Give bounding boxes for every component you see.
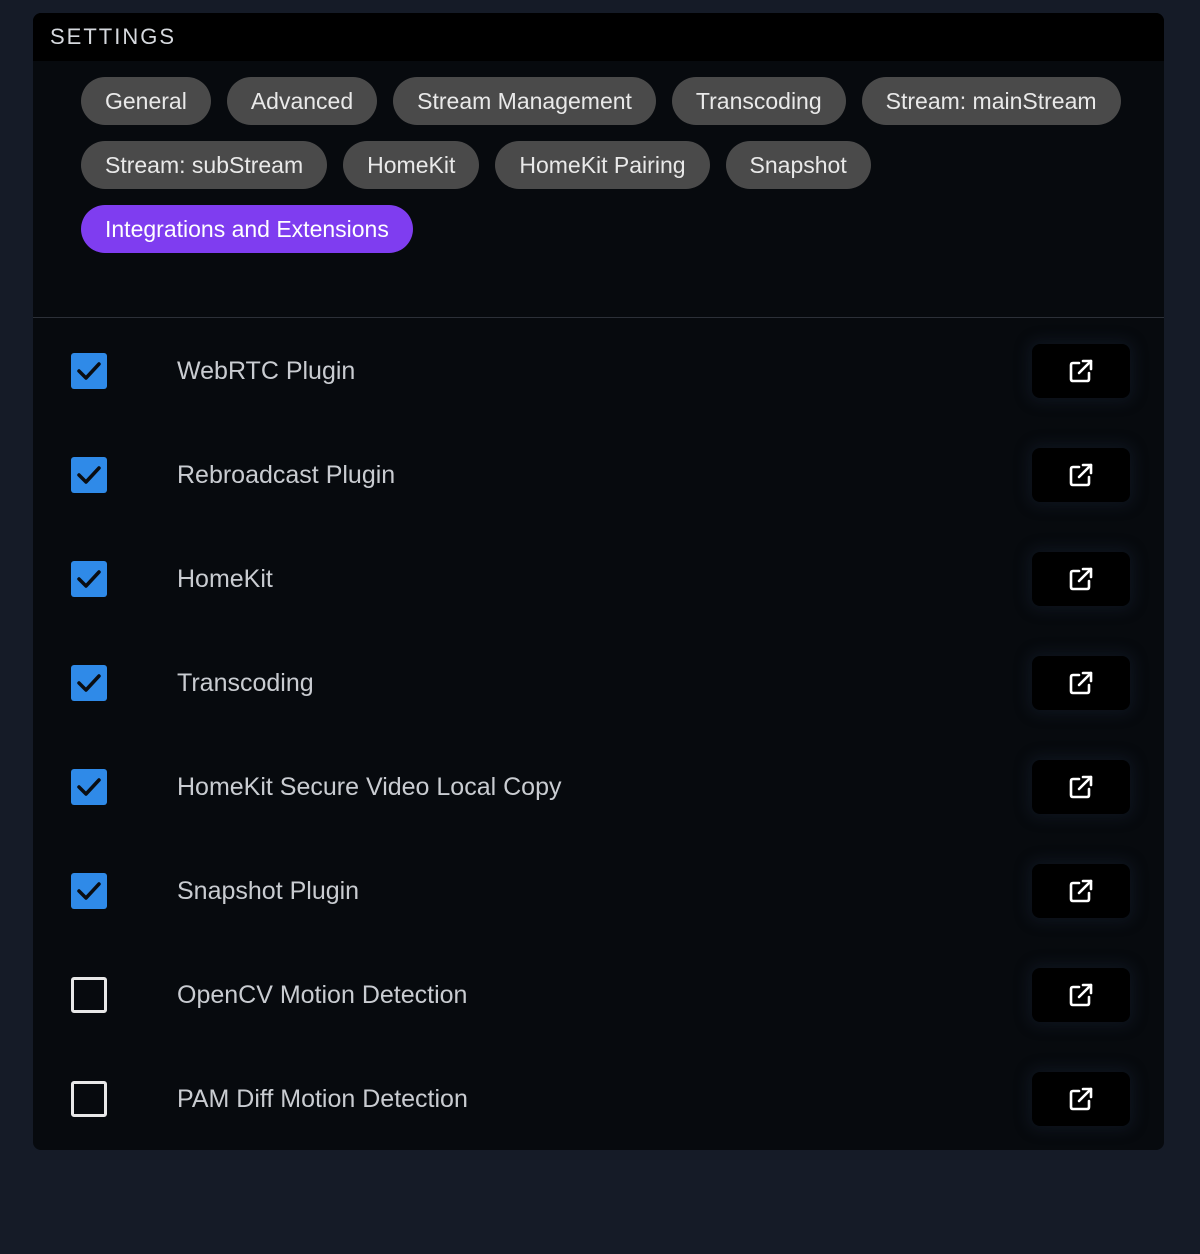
external-link-icon bbox=[1069, 983, 1093, 1007]
integration-row: Transcoding bbox=[33, 631, 1164, 735]
open-integration-button[interactable] bbox=[1032, 448, 1130, 502]
integration-row: HomeKit bbox=[33, 527, 1164, 631]
settings-title: SETTINGS bbox=[50, 24, 177, 49]
tab-stream-management[interactable]: Stream Management bbox=[393, 77, 656, 125]
integration-row: Snapshot Plugin bbox=[33, 839, 1164, 943]
integrations-list: WebRTC Plugin Rebroadcast Plugin HomeKit bbox=[33, 318, 1164, 1150]
external-link-icon bbox=[1069, 879, 1093, 903]
checkmark-icon bbox=[77, 466, 101, 484]
integration-checkbox[interactable] bbox=[71, 769, 107, 805]
tab-advanced[interactable]: Advanced bbox=[226, 77, 378, 125]
external-link-icon bbox=[1069, 671, 1093, 695]
integration-label: Transcoding bbox=[177, 668, 314, 697]
checkmark-icon bbox=[77, 882, 101, 900]
integration-checkbox[interactable] bbox=[71, 561, 107, 597]
checkmark-icon bbox=[77, 674, 101, 692]
integration-row: WebRTC Plugin bbox=[33, 319, 1164, 423]
settings-header: SETTINGS bbox=[33, 13, 1164, 61]
settings-tabs: General Advanced Stream Management Trans… bbox=[81, 77, 1124, 253]
tab-transcoding[interactable]: Transcoding bbox=[671, 77, 846, 125]
tab-stream-substream[interactable]: Stream: subStream bbox=[81, 141, 328, 189]
external-link-icon bbox=[1069, 775, 1093, 799]
open-integration-button[interactable] bbox=[1032, 760, 1130, 814]
external-link-icon bbox=[1069, 567, 1093, 591]
integration-checkbox[interactable] bbox=[71, 457, 107, 493]
integration-row: HomeKit Secure Video Local Copy bbox=[33, 735, 1164, 839]
checkmark-icon bbox=[77, 778, 101, 796]
open-integration-button[interactable] bbox=[1032, 864, 1130, 918]
integration-label: OpenCV Motion Detection bbox=[177, 980, 468, 1009]
tab-snapshot[interactable]: Snapshot bbox=[725, 141, 871, 189]
tab-stream-mainstream[interactable]: Stream: mainStream bbox=[861, 77, 1121, 125]
settings-panel: SETTINGS General Advanced Stream Managem… bbox=[33, 13, 1164, 1150]
integration-label: HomeKit bbox=[177, 564, 273, 593]
open-integration-button[interactable] bbox=[1032, 552, 1130, 606]
integration-row: Rebroadcast Plugin bbox=[33, 423, 1164, 527]
integration-label: Rebroadcast Plugin bbox=[177, 460, 396, 489]
external-link-icon bbox=[1069, 463, 1093, 487]
integration-checkbox[interactable] bbox=[71, 665, 107, 701]
open-integration-button[interactable] bbox=[1032, 656, 1130, 710]
integration-checkbox[interactable] bbox=[71, 977, 107, 1013]
integration-checkbox[interactable] bbox=[71, 353, 107, 389]
external-link-icon bbox=[1069, 359, 1093, 383]
checkmark-icon bbox=[77, 570, 101, 588]
integration-label: Snapshot Plugin bbox=[177, 876, 360, 905]
integration-label: WebRTC Plugin bbox=[177, 356, 356, 385]
open-integration-button[interactable] bbox=[1032, 1072, 1130, 1126]
integration-row: OpenCV Motion Detection bbox=[33, 943, 1164, 1047]
tab-homekit[interactable]: HomeKit bbox=[343, 141, 480, 189]
integration-row: PAM Diff Motion Detection bbox=[33, 1047, 1164, 1150]
checkmark-icon bbox=[77, 362, 101, 380]
tab-homekit-pairing[interactable]: HomeKit Pairing bbox=[495, 141, 710, 189]
tab-integrations-and-extensions[interactable]: Integrations and Extensions bbox=[81, 205, 413, 253]
integration-checkbox[interactable] bbox=[71, 873, 107, 909]
tab-general[interactable]: General bbox=[81, 77, 211, 125]
integration-label: PAM Diff Motion Detection bbox=[177, 1084, 468, 1113]
external-link-icon bbox=[1069, 1087, 1093, 1111]
settings-tabs-area: General Advanced Stream Management Trans… bbox=[33, 61, 1164, 318]
integration-checkbox[interactable] bbox=[71, 1081, 107, 1117]
open-integration-button[interactable] bbox=[1032, 968, 1130, 1022]
open-integration-button[interactable] bbox=[1032, 344, 1130, 398]
integration-label: HomeKit Secure Video Local Copy bbox=[177, 772, 562, 801]
